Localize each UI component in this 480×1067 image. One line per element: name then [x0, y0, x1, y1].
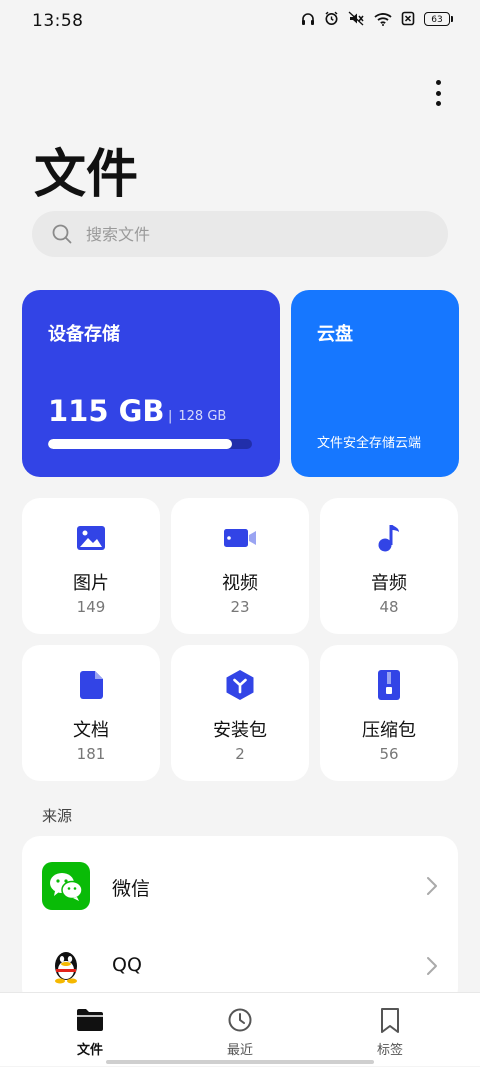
search-icon — [52, 224, 72, 244]
tab-tags[interactable]: 标签 — [310, 993, 470, 1067]
category-count: 149 — [76, 598, 106, 616]
tab-label: 最近 — [226, 1043, 253, 1058]
bookmark-icon — [381, 1008, 399, 1033]
archive-icon — [378, 670, 400, 700]
source-item-wechat[interactable]: 微信 — [22, 836, 458, 914]
bottom-navigation: 文件 最近 标签 — [0, 992, 480, 1066]
device-storage-label: 设备存储 — [48, 324, 120, 345]
category-name: 文档 — [73, 720, 109, 741]
category-count: 56 — [379, 745, 399, 763]
tab-label: 文件 — [76, 1043, 103, 1058]
search-input[interactable] — [84, 223, 388, 245]
folder-icon — [77, 1009, 103, 1031]
status-time: 13:58 — [32, 11, 84, 31]
storage-progress-bar — [48, 439, 252, 449]
search-bar[interactable] — [32, 211, 448, 257]
category-name: 安装包 — [213, 720, 267, 741]
more-dot-icon — [435, 80, 441, 85]
music-note-icon — [378, 525, 399, 552]
category-audio[interactable]: 音频 48 — [320, 498, 458, 634]
no-sim-icon — [401, 11, 415, 26]
tab-label: 标签 — [376, 1043, 403, 1058]
storage-progress-fill — [48, 439, 232, 449]
category-name: 音频 — [371, 573, 407, 594]
separator: | — [168, 409, 173, 424]
source-name: QQ — [112, 954, 142, 976]
category-images[interactable]: 图片 149 — [22, 498, 160, 634]
sources-section-title: 来源 — [42, 807, 73, 825]
video-icon — [224, 529, 256, 547]
cloud-drive-label: 云盘 — [317, 324, 353, 345]
category-archives[interactable]: 压缩包 56 — [320, 645, 458, 781]
wifi-icon — [374, 12, 392, 26]
headphones-icon — [302, 12, 314, 25]
tab-files[interactable]: 文件 — [10, 993, 170, 1067]
category-packages[interactable]: 安装包 2 — [171, 645, 309, 781]
package-icon — [226, 670, 254, 700]
storage-total: 128 GB — [178, 409, 227, 424]
home-indicator — [106, 1060, 374, 1064]
wechat-icon — [42, 862, 90, 910]
image-icon — [77, 526, 105, 550]
device-storage-card[interactable]: 设备存储 115 GB | 128 GB — [22, 290, 280, 477]
category-count: 48 — [379, 598, 399, 616]
chevron-right-icon — [427, 957, 437, 975]
chevron-right-icon — [427, 877, 437, 895]
source-item-qq[interactable]: QQ — [22, 916, 458, 994]
document-icon — [80, 671, 103, 699]
category-name: 视频 — [222, 573, 258, 594]
category-documents[interactable]: 文档 181 — [22, 645, 160, 781]
category-videos[interactable]: 视频 23 — [171, 498, 309, 634]
sources-list: 微信 QQ — [22, 836, 458, 1006]
category-count: 2 — [235, 745, 245, 763]
mute-icon — [348, 11, 364, 26]
category-count: 181 — [76, 745, 106, 763]
more-dot-icon — [435, 90, 441, 96]
more-options-button[interactable] — [426, 78, 450, 108]
alarm-icon — [325, 11, 338, 25]
category-count: 23 — [230, 598, 250, 616]
storage-total-wrap: | 128 GB — [168, 409, 226, 424]
page-title: 文件 — [34, 145, 139, 205]
category-name: 压缩包 — [362, 720, 416, 741]
storage-used: 115 GB — [48, 394, 165, 428]
tab-recent[interactable]: 最近 — [160, 993, 320, 1067]
status-icons: 63 — [301, 11, 453, 26]
qq-icon — [42, 942, 90, 990]
source-name: 微信 — [112, 878, 151, 900]
clock-icon — [228, 1008, 252, 1032]
category-name: 图片 — [73, 573, 109, 594]
cloud-drive-card[interactable]: 云盘 文件安全存储云端 — [291, 290, 459, 477]
battery-icon: 63 — [424, 11, 453, 26]
cloud-drive-description: 文件安全存储云端 — [317, 436, 422, 451]
more-dot-icon — [435, 101, 441, 106]
